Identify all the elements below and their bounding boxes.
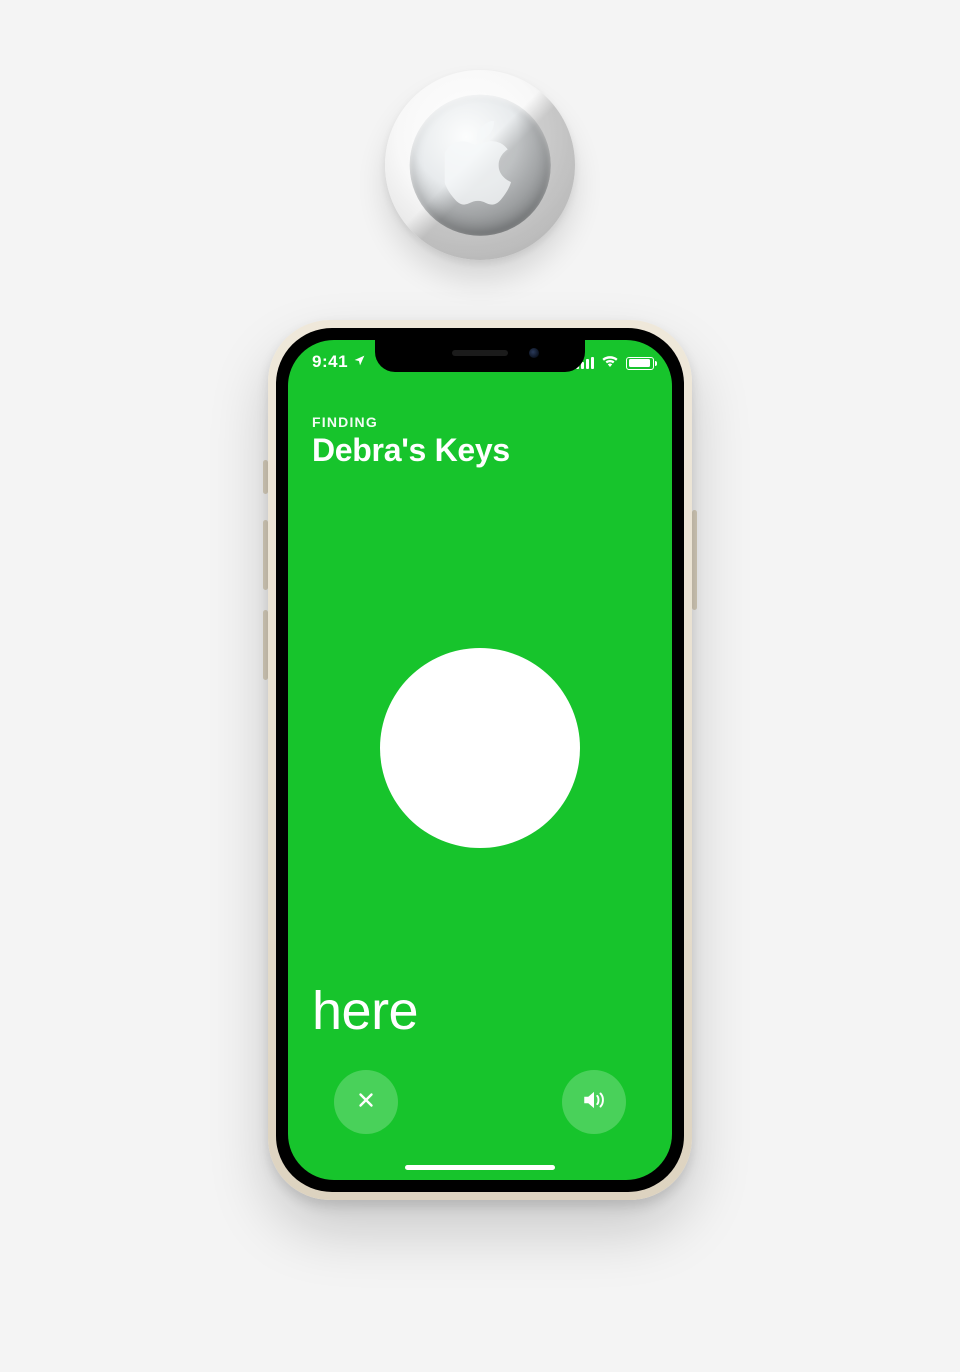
finding-label: FINDING: [312, 414, 648, 430]
side-button: [692, 510, 697, 610]
close-icon: [355, 1089, 377, 1116]
close-button[interactable]: [334, 1070, 398, 1134]
wifi-icon: [601, 354, 619, 372]
finding-title: Debra's Keys: [312, 432, 648, 469]
precision-finding-screen: 9:41 FINDING Debra's Keys her: [288, 340, 672, 1180]
proximity-text: here: [312, 980, 418, 1042]
speaker-icon: [581, 1088, 607, 1117]
home-indicator[interactable]: [405, 1165, 555, 1170]
locator-indicator: [380, 648, 580, 848]
notch: [375, 340, 585, 372]
play-sound-button[interactable]: [562, 1070, 626, 1134]
finding-controls: [288, 1070, 672, 1146]
location-arrow-icon: [353, 352, 366, 372]
status-time: 9:41: [312, 352, 348, 372]
battery-icon: [626, 357, 654, 370]
iphone-device: 9:41 FINDING Debra's Keys her: [268, 320, 692, 1200]
apple-logo-icon: [445, 121, 515, 205]
airtag-image: [385, 70, 575, 260]
